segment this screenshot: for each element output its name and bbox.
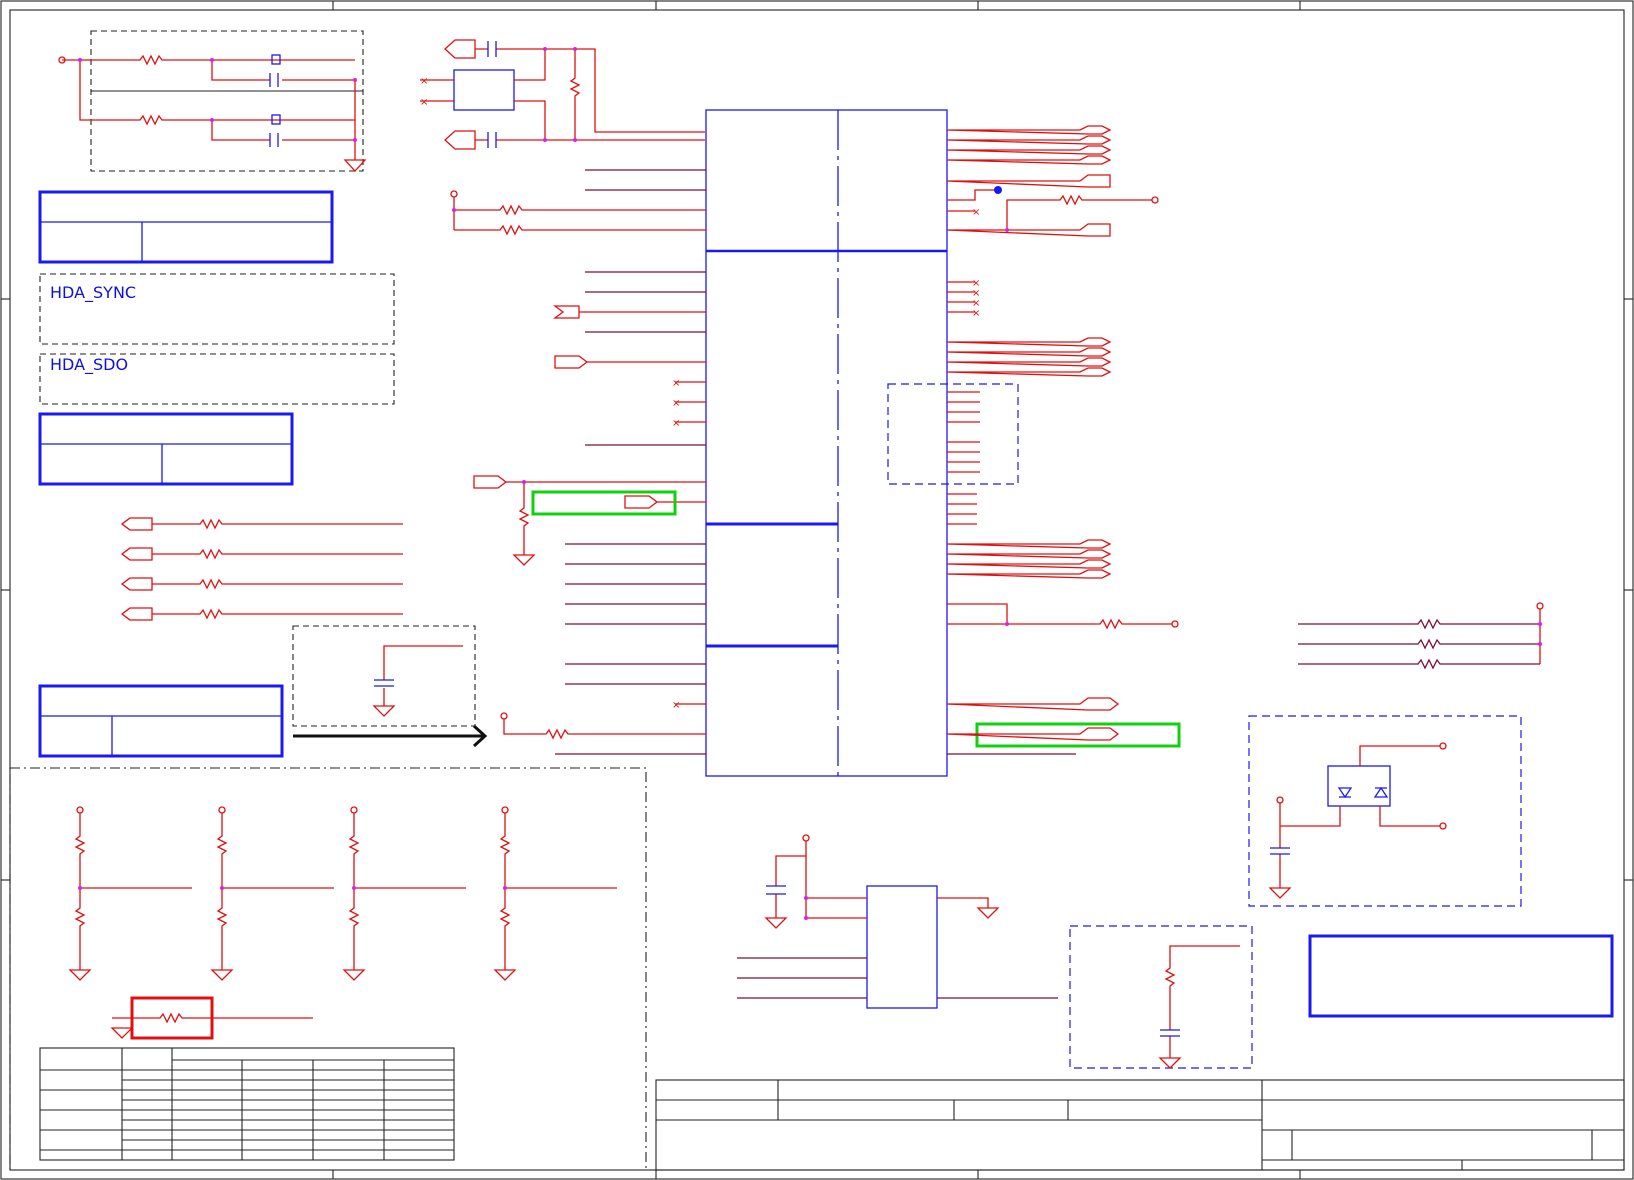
highlight-box-right — [975, 722, 1181, 748]
svg-text:×: × — [420, 76, 428, 87]
logic-gate — [737, 834, 1058, 1009]
schematic-sheet: × × × × × × × × × × × — [0, 0, 1634, 1180]
note-box — [1308, 934, 1614, 1018]
highlighted-resistor — [110, 996, 313, 1040]
svg-text:×: × — [420, 97, 428, 108]
cap-block — [292, 625, 476, 727]
hda-sdo-label: HDA_SDO — [50, 355, 129, 374]
strap-table — [39, 1047, 455, 1161]
hda-series-resistors — [120, 517, 403, 621]
rc-block — [1069, 925, 1253, 1069]
svg-text:×: × — [972, 207, 980, 218]
info-box-1 — [38, 190, 334, 264]
main-ic — [705, 109, 948, 777]
sheet-frame — [0, 0, 1634, 1180]
title-block — [655, 1079, 1625, 1171]
svg-text:×: × — [672, 398, 680, 409]
main-crystal: × × — [420, 39, 705, 150]
diode-block — [1248, 715, 1522, 907]
signal-arrow — [293, 724, 488, 748]
info-box-3 — [38, 684, 284, 758]
strap-dividers — [68, 806, 617, 981]
info-box-2 — [38, 412, 294, 486]
svg-text:×: × — [672, 378, 680, 389]
svg-text:×: × — [672, 418, 680, 429]
svg-text:×: × — [672, 700, 680, 711]
rtc-crystal-block — [58, 30, 367, 172]
hda-sync-label: HDA_SYNC — [50, 283, 137, 302]
highlight-box-left — [531, 490, 677, 516]
ic-right-pins: × × × × × — [887, 125, 1179, 755]
ic-left-pins: × × × × — [450, 169, 706, 755]
svg-text:×: × — [972, 308, 980, 319]
right-pullups — [1298, 602, 1544, 670]
